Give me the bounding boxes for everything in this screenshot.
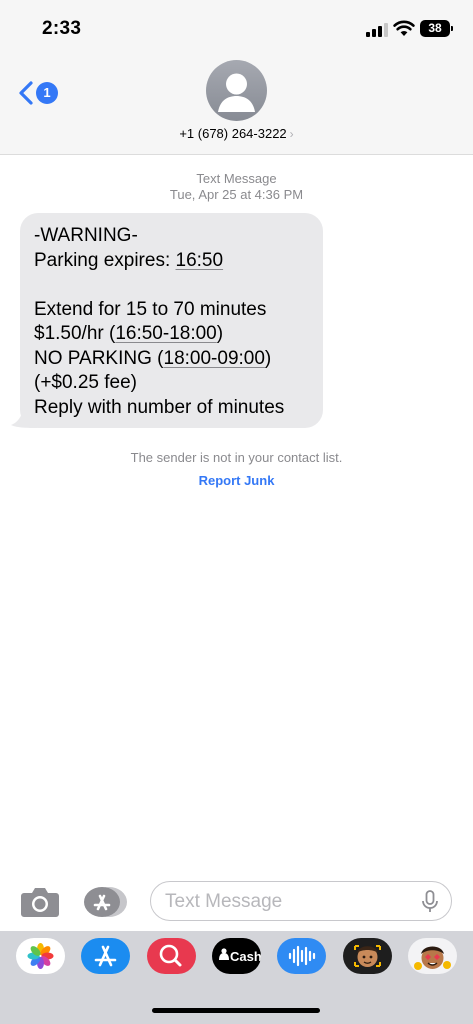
app-store-icon [84,887,127,917]
cellular-signal-icon [366,21,388,37]
status-bar: 2:33 38 [0,0,473,58]
time-range-link[interactable]: 18:00-09:00 [164,348,265,369]
contact-avatar[interactable] [206,60,267,121]
photos-icon[interactable] [16,938,65,974]
message-line: ) [216,323,224,344]
message-line: ) [264,347,272,369]
wifi-icon [393,20,415,36]
chevron-left-icon [19,81,33,105]
back-button[interactable]: 1 [16,78,64,108]
memoji-icon[interactable] [343,938,392,974]
unknown-sender-notice: The sender is not in your contact list. [130,450,343,465]
message-line: Parking expires: [34,249,176,271]
message-line: $1.50/hr ( [34,323,116,344]
camera-button[interactable] [20,884,60,920]
message-input[interactable] [165,889,415,915]
person-icon [218,73,255,112]
memoji-stickers-icon[interactable] [408,938,457,974]
home-indicator[interactable] [152,1008,320,1013]
apple-cash-label: Cash [230,949,261,964]
battery-icon: 38 [420,20,453,37]
contact-name-button[interactable]: +1 (678) 264-3222 › [0,126,473,141]
conversation-header: 1 +1 (678) 264-3222 › [0,58,473,155]
message-line: Reply with number of minutes [34,396,285,418]
message-line: (+$0.25 fee) [34,372,137,393]
time-link[interactable]: 16:50 [176,250,224,271]
apps-button[interactable] [84,886,130,918]
report-junk-container: Report Junk [0,473,473,488]
report-junk-link[interactable]: Report Junk [199,473,275,488]
microphone-icon[interactable] [421,890,439,914]
contact-name: +1 (678) 264-3222 [179,126,287,141]
audio-message-icon[interactable] [277,938,326,974]
message-metadata: Text Message Tue, Apr 25 at 4:36 PM [0,171,473,202]
message-service: Text Message [196,171,277,186]
app-store-icon[interactable] [81,938,130,974]
unread-badge: 1 [36,82,58,104]
message-input-field[interactable] [150,881,452,921]
chevron-right-icon: › [289,127,294,141]
camera-icon [21,888,59,917]
time-range-link[interactable]: 16:50-18:00 [115,323,216,344]
images-search-icon[interactable] [147,938,196,974]
message-line: Extend for 15 to 70 minutes [34,298,267,320]
apple-cash-icon[interactable]: Cash [212,938,261,974]
message-timestamp: Tue, Apr 25 at 4:36 PM [169,187,304,202]
message-line: NO PARKING ( [34,347,164,369]
message-line: -WARNING- [34,225,138,246]
message-text: -WARNING- Parking expires: 16:50 Extend … [34,224,284,420]
message-bubble[interactable]: -WARNING- Parking expires: 16:50 Extend … [20,213,323,428]
status-time: 2:33 [42,18,82,39]
